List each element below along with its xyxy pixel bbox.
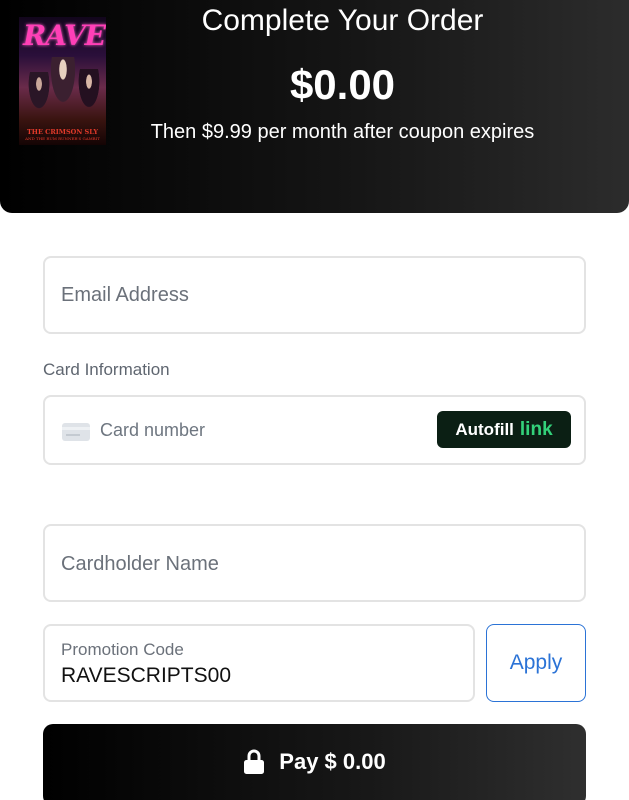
card-number-field[interactable]: Card number Autofill link (43, 395, 586, 465)
link-logo: link (519, 418, 553, 440)
autofill-label: Autofill (455, 419, 514, 439)
autofill-link-button[interactable]: Autofill link (437, 411, 571, 448)
apply-button[interactable]: Apply (486, 624, 586, 702)
credit-card-icon (62, 423, 90, 441)
poster-logo: RAVE (23, 19, 106, 52)
promotion-code-input[interactable] (61, 664, 461, 688)
page-title: Complete Your Order (201, 4, 484, 37)
poster-figure (27, 72, 51, 112)
billing-subtext: Then $9.99 per month after coupon expire… (150, 121, 535, 143)
pay-label: Pay $ 0.00 (279, 749, 386, 774)
pay-button[interactable]: Pay $ 0.00 (43, 724, 586, 800)
order-price: $0.00 (289, 61, 396, 108)
cardholder-placeholder: Cardholder Name (61, 553, 219, 575)
order-header: RAVE THE CRIMSON SLY AND THE RUM RUNNER'… (0, 0, 629, 213)
email-placeholder: Email Address (61, 284, 189, 306)
promotion-code-field[interactable]: Promotion Code (43, 624, 475, 702)
cardholder-name-field[interactable]: Cardholder Name (43, 524, 586, 602)
promotion-code-label: Promotion Code (61, 640, 184, 659)
email-field[interactable]: Email Address (43, 256, 586, 334)
poster-figure (49, 57, 77, 107)
poster-figure (77, 69, 101, 111)
lock-icon (244, 749, 265, 774)
card-number-placeholder: Card number (100, 420, 206, 440)
card-info-label: Card Information (43, 360, 170, 379)
